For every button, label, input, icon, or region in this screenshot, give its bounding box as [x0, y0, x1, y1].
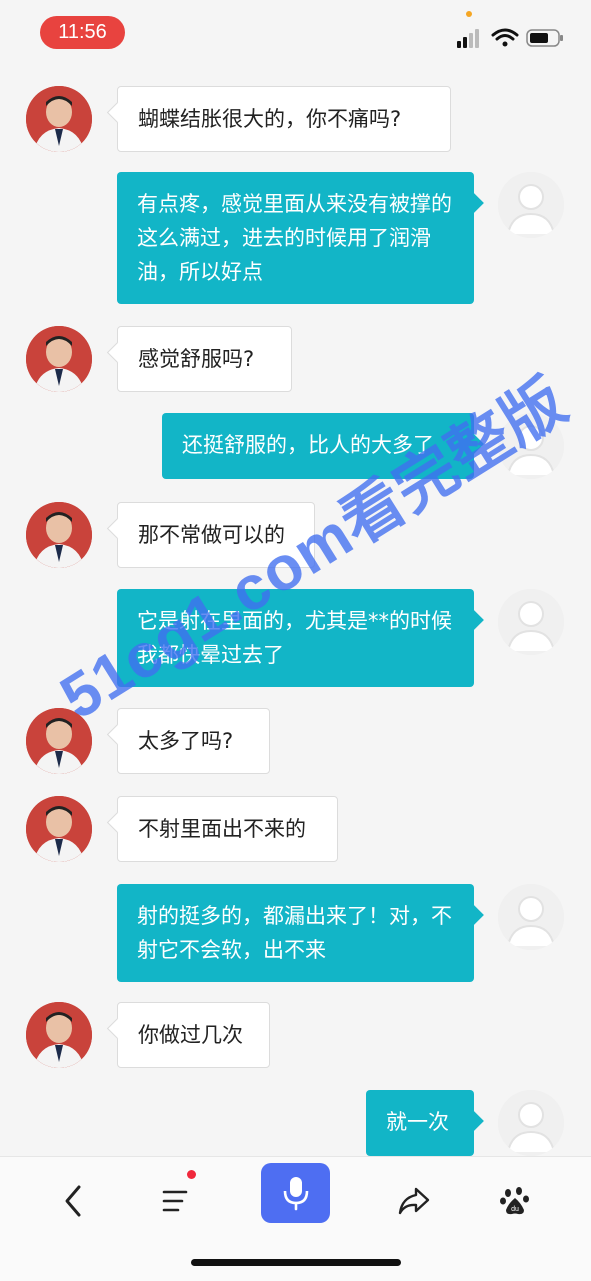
message-bubble[interactable]: 就一次: [366, 1090, 474, 1156]
home-indicator[interactable]: [191, 1259, 401, 1266]
message-bubble[interactable]: 太多了吗?: [117, 708, 270, 774]
menu-button[interactable]: [148, 1173, 204, 1229]
avatar[interactable]: [26, 326, 92, 392]
bottom-toolbar: du: [0, 1156, 591, 1281]
chat-area[interactable]: 蝴蝶结胀很大的，你不痛吗? 有点疼，感觉里面从来没有被撑的这么满过，进去的时候用…: [0, 64, 591, 1156]
avatar[interactable]: [26, 796, 92, 862]
avatar[interactable]: [26, 502, 92, 568]
notification-dot: [187, 1170, 196, 1179]
wifi-icon: [491, 28, 519, 47]
avatar[interactable]: [498, 1090, 564, 1156]
status-bar: 11:56: [0, 0, 591, 64]
status-icons: [457, 28, 563, 48]
battery-icon: [526, 29, 563, 47]
message-bubble[interactable]: 不射里面出不来的: [117, 796, 338, 862]
avatar[interactable]: [498, 884, 564, 950]
avatar[interactable]: [26, 1002, 92, 1068]
share-button[interactable]: [386, 1173, 442, 1229]
svg-text:du: du: [511, 1206, 519, 1213]
message-bubble[interactable]: 射的挺多的，都漏出来了！对，不射它不会软，出不来: [117, 884, 474, 982]
message-bubble[interactable]: 有点疼，感觉里面从来没有被撑的这么满过，进去的时候用了润滑油，所以好点: [117, 172, 474, 304]
avatar[interactable]: [26, 86, 92, 152]
cellular-signal-icon: [457, 29, 479, 48]
voice-input-button[interactable]: [261, 1163, 330, 1223]
time-display: 11:56: [40, 16, 125, 49]
message-bubble[interactable]: 蝴蝶结胀很大的，你不痛吗?: [117, 86, 451, 152]
avatar[interactable]: [498, 172, 564, 238]
microphone-icon: [283, 1177, 308, 1211]
back-button[interactable]: [46, 1173, 102, 1229]
avatar[interactable]: [498, 589, 564, 655]
baidu-button[interactable]: du: [487, 1173, 543, 1229]
menu-icon: [162, 1190, 188, 1212]
share-icon: [398, 1187, 430, 1215]
privacy-indicator-dot: [466, 11, 472, 17]
message-bubble[interactable]: 感觉舒服吗?: [117, 326, 292, 392]
back-icon: [65, 1185, 81, 1217]
baidu-paw-icon: du: [500, 1187, 529, 1215]
message-bubble[interactable]: 你做过几次: [117, 1002, 270, 1068]
